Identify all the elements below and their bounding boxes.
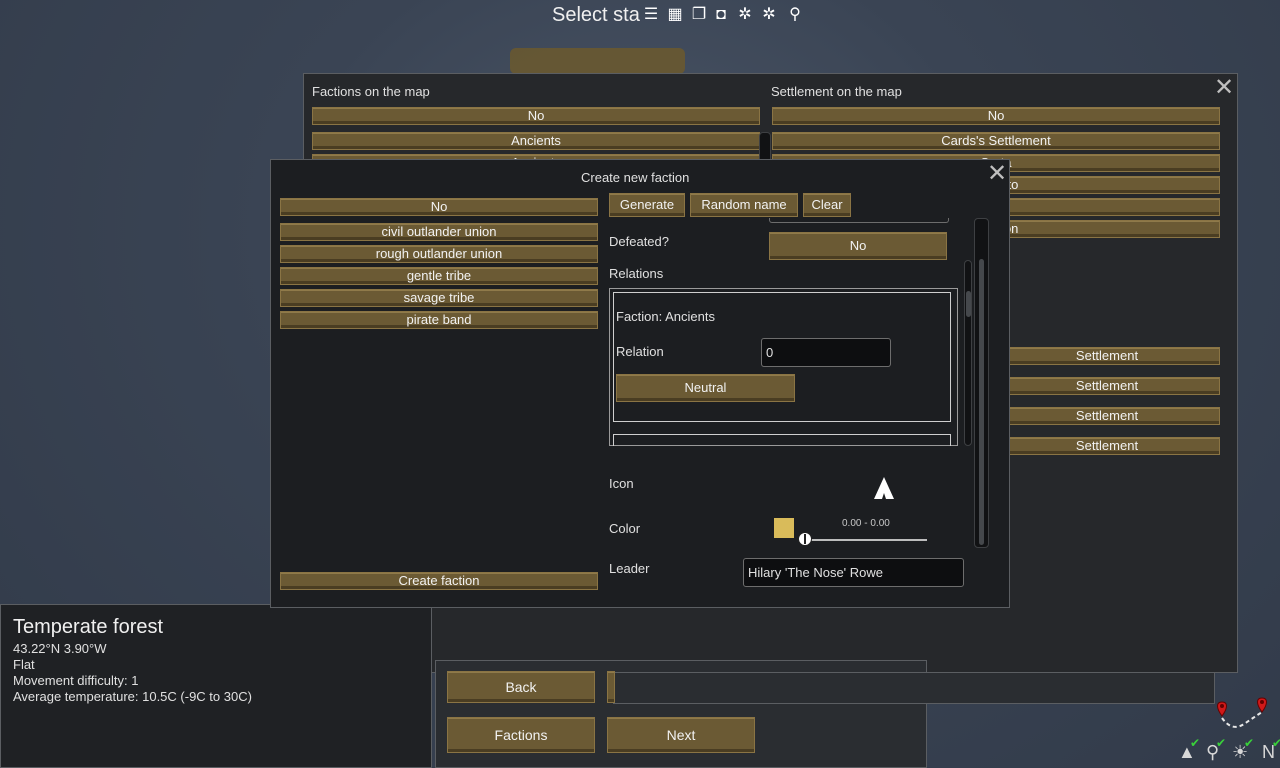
name-field-edge — [769, 218, 949, 223]
faction-list-item[interactable]: No — [312, 107, 760, 125]
checkmark-icon: ✔ — [1272, 736, 1280, 750]
relations-list: Faction: Ancients Relation 0 Neutral — [609, 288, 958, 446]
faction-def-item[interactable]: rough outlander union — [280, 245, 598, 263]
list-icon[interactable]: ☰ — [642, 6, 660, 24]
color-swatch[interactable] — [774, 518, 794, 538]
settlement-list-item[interactable]: Settlement — [994, 407, 1220, 425]
tent-icon — [874, 477, 894, 499]
faction-def-item[interactable]: pirate band — [280, 311, 598, 329]
search-icon[interactable]: ⚲ — [786, 6, 804, 24]
relation-kind-button[interactable]: Neutral — [616, 374, 795, 402]
leader-input[interactable]: Hilary 'The Nose' Rowe — [743, 558, 964, 587]
relations-scroll-thumb[interactable] — [966, 291, 971, 317]
route-overlay — [1210, 696, 1274, 736]
layers-icon[interactable]: ❐ — [690, 6, 708, 24]
shape-icon[interactable]: ◘ — [712, 6, 730, 24]
icon-label: Icon — [609, 476, 634, 491]
close-icon[interactable]: ✕ — [1214, 76, 1234, 100]
planet-glow — [510, 48, 685, 74]
bottom-right-toolbar: ▲ ⚲ ☀ N ✔ ✔ ✔ ✔ — [1174, 736, 1280, 768]
relation-value-input[interactable]: 0 — [761, 338, 891, 367]
world-gen-icon[interactable]: ✲ — [736, 6, 754, 24]
checkmark-icon: ✔ — [1244, 736, 1255, 750]
faction-icon-preview[interactable] — [873, 476, 895, 500]
relation-card-next — [613, 434, 951, 446]
settlement-list-item[interactable]: Settlement — [994, 347, 1220, 365]
checkmark-icon: ✔ — [1216, 736, 1227, 750]
color-range-text: 0.00 - 0.00 — [842, 518, 890, 529]
color-slider-handle[interactable] — [798, 532, 812, 546]
settlement-list-item[interactable]: Settlement — [994, 437, 1220, 455]
faction-def-item[interactable]: savage tribe — [280, 289, 598, 307]
tile-info-panel: Temperate forest 43.22°N 3.90°W Flat Mov… — [0, 604, 432, 768]
create-faction-dialog: Create new faction ✕ No civil outlander … — [270, 159, 1010, 608]
faction-list-item[interactable]: Ancients — [312, 132, 760, 150]
settlement-list-item[interactable]: Settlement — [994, 377, 1220, 395]
faction-def-item[interactable]: No — [280, 198, 598, 216]
settlements-header: Settlement on the map — [771, 84, 902, 99]
generate-button[interactable]: Generate — [609, 193, 685, 217]
snowflake-icon[interactable]: ✲ — [760, 6, 778, 24]
slider-handle-notch — [804, 534, 806, 544]
checkmark-icon: ✔ — [1190, 736, 1201, 750]
terrain-label: Flat — [13, 657, 35, 672]
defeated-label: Defeated? — [609, 234, 669, 249]
settlement-list-item[interactable]: No — [772, 107, 1220, 125]
page-title: Select sta — [552, 4, 640, 26]
color-label: Color — [609, 521, 641, 536]
coordinates-label: 43.22°N 3.90°W — [13, 641, 107, 656]
bottom-right-strip — [613, 672, 1215, 704]
faction-def-item[interactable]: civil outlander union — [280, 223, 598, 241]
biome-label: Temperate forest — [13, 616, 164, 638]
factions-header: Factions on the map — [312, 84, 430, 99]
top-toolbar: ☰ ▦ ❐ ◘ ✲ ✲ ⚲ — [640, 0, 810, 30]
random-name-button[interactable]: Random name — [690, 193, 798, 217]
relation-value-label: Relation — [616, 344, 664, 359]
settlement-list-item[interactable]: Cards's Settlement — [772, 132, 1220, 150]
next-button[interactable]: Next — [607, 717, 755, 753]
relations-scrollbar[interactable] — [964, 260, 972, 446]
back-button[interactable]: Back — [447, 671, 595, 703]
table-icon[interactable]: ▦ — [666, 6, 684, 24]
hidden-button-stub[interactable] — [607, 671, 615, 703]
color-slider-track[interactable] — [805, 539, 927, 541]
close-icon[interactable]: ✕ — [987, 162, 1007, 186]
relation-card: Faction: Ancients Relation 0 Neutral — [613, 292, 951, 422]
temperature-label: Average temperature: 10.5C (-9C to 30C) — [13, 689, 252, 704]
dialog-scroll-thumb[interactable] — [979, 259, 984, 545]
dialog-title: Create new faction — [581, 170, 690, 185]
relations-label: Relations — [609, 266, 664, 281]
relation-faction-label: Faction: Ancients — [616, 309, 715, 324]
leader-label: Leader — [609, 561, 650, 576]
faction-def-item[interactable]: gentle tribe — [280, 267, 598, 285]
create-faction-button[interactable]: Create faction — [280, 572, 598, 590]
dialog-scrollbar[interactable] — [974, 218, 989, 548]
factions-button[interactable]: Factions — [447, 717, 595, 753]
defeated-toggle[interactable]: No — [769, 232, 947, 260]
clear-button[interactable]: Clear — [803, 193, 851, 217]
movement-label: Movement difficulty: 1 — [13, 673, 139, 688]
